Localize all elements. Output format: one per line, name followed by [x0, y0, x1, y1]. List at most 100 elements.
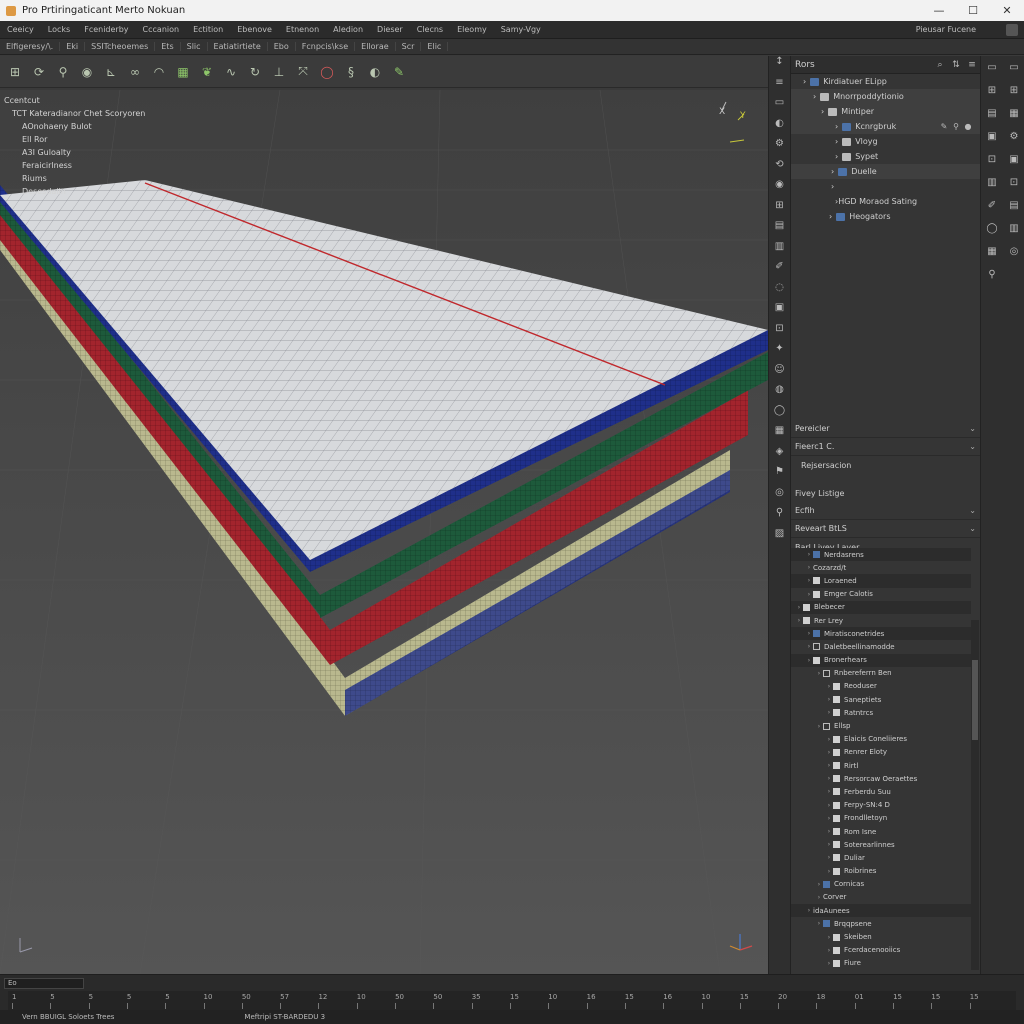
link-icon[interactable]: ⚲ [54, 63, 72, 81]
menu-item-8[interactable]: Dieser [370, 25, 410, 34]
layer-tree-row[interactable]: › Cornicas [791, 878, 971, 891]
tree-toggle-icon[interactable]: › [815, 723, 823, 730]
vertical-tool-21-icon[interactable]: ◎ [769, 487, 790, 508]
layer-checkbox[interactable] [833, 959, 840, 967]
layer-checkbox[interactable] [833, 735, 840, 743]
layer-tree-row[interactable]: › Saneptiets [791, 693, 971, 706]
side-dock-1-3-icon[interactable]: ▣ [981, 125, 1003, 148]
vertical-tool-22-icon[interactable]: ⚲ [769, 507, 790, 528]
side-dock-2-2-icon[interactable]: ▦ [1003, 102, 1024, 125]
vertical-tool-19-icon[interactable]: ◈ [769, 446, 790, 467]
move-icon[interactable]: ⊞ [6, 63, 24, 81]
vertical-tool-18-icon[interactable]: ▦ [769, 425, 790, 446]
loop-icon[interactable]: ∞ [126, 63, 144, 81]
vertical-tool-16-icon[interactable]: ◍ [769, 384, 790, 405]
layer-tree-row[interactable]: › Rom Isne [791, 825, 971, 838]
side-dock-1-4-icon[interactable]: ⊡ [981, 148, 1003, 171]
pen-icon[interactable]: ✎ [390, 63, 408, 81]
tree-toggle-icon[interactable]: › [805, 564, 813, 571]
properties-section-4[interactable]: Ecfih ⌄ [791, 502, 981, 520]
tree-toggle-icon[interactable]: › [805, 591, 813, 598]
outliner-row[interactable]: › Kcnrgbruk ✎ ⚲ ● [791, 119, 980, 134]
properties-subsection[interactable]: Rejsersacion [791, 456, 981, 474]
side-dock-1-6-icon[interactable]: ✐ [981, 194, 1003, 217]
vertical-tool-0-icon[interactable]: ↕ [769, 56, 790, 77]
option-item-1[interactable]: Eki [60, 42, 86, 51]
layer-checkbox[interactable] [833, 841, 840, 849]
vertical-tool-5-icon[interactable]: ⟲ [769, 159, 790, 180]
layer-tree-row[interactable]: › Renrer Eloty [791, 746, 971, 759]
vertical-tool-4-icon[interactable]: ⚙ [769, 138, 790, 159]
viewport-menu-item-2[interactable]: A3I Guloalty [4, 146, 145, 159]
outliner-menu-icon[interactable]: ≡ [964, 60, 980, 70]
layer-checkbox[interactable] [813, 590, 820, 598]
menu-item-2[interactable]: Fceniderby [77, 25, 135, 34]
tree-toggle-icon[interactable]: › [825, 868, 833, 875]
outliner-row[interactable]: › Vloyg [791, 134, 980, 149]
tree-toggle-icon[interactable]: › [805, 551, 813, 558]
chevron-down-icon[interactable]: ⌄ [969, 442, 976, 451]
layer-checkbox[interactable] [803, 617, 810, 625]
render-icon[interactable]: ⚲ [950, 122, 962, 131]
refresh-icon[interactable]: ↻ [246, 63, 264, 81]
vertical-tool-2-icon[interactable]: ▭ [769, 97, 790, 118]
layer-checkbox[interactable] [823, 722, 830, 730]
side-dock-1-7-icon[interactable]: ◯ [981, 217, 1003, 240]
scale-icon[interactable]: § [342, 63, 360, 81]
scrollbar-thumb[interactable] [972, 660, 978, 740]
layer-tree-row[interactable]: › Bronerhears [791, 653, 971, 667]
layer-tree-row[interactable]: › Blebecer [791, 600, 971, 614]
tree-toggle-icon[interactable]: › [825, 934, 833, 941]
tree-toggle-icon[interactable]: › [825, 828, 833, 835]
tree-toggle-icon[interactable]: › [805, 577, 813, 584]
outliner-search-icon[interactable]: ⌕ [932, 60, 948, 70]
layer-tree-row[interactable]: › Soterearlinnes [791, 838, 971, 851]
tree-toggle-icon[interactable]: › [825, 815, 833, 822]
side-dock-2-5-icon[interactable]: ⊡ [1003, 171, 1024, 194]
vertical-tool-1-icon[interactable]: ≡ [769, 77, 790, 98]
layer-tree-row[interactable]: › Roibrines [791, 865, 971, 878]
expand-arrow-icon[interactable]: › [831, 167, 834, 176]
tree-toggle-icon[interactable]: › [825, 788, 833, 795]
menu-item-6[interactable]: Etnenon [279, 25, 326, 34]
panel-toggle-icon[interactable] [1006, 23, 1018, 36]
tree-toggle-icon[interactable]: › [825, 775, 833, 782]
layer-checkbox[interactable] [833, 814, 840, 822]
minimize-button[interactable]: — [922, 4, 956, 17]
viewport-menu-item-4[interactable]: Riums [4, 172, 145, 185]
layer-tree-row[interactable]: › Ratntrcs [791, 706, 971, 719]
viewport-menu-item-3[interactable]: Feraicirlness [4, 159, 145, 172]
tree-toggle-icon[interactable]: › [815, 670, 823, 677]
option-item-2[interactable]: SSITcheoemes [85, 42, 156, 51]
side-dock-2-4-icon[interactable]: ▣ [1003, 148, 1024, 171]
circle-icon[interactable]: ◯ [318, 63, 336, 81]
option-item-7[interactable]: Fcnpcis\kse [296, 42, 356, 51]
outliner-sort-icon[interactable]: ⇅ [948, 60, 964, 70]
layer-checkbox[interactable] [813, 643, 820, 651]
option-item-3[interactable]: Ets [155, 42, 181, 51]
layer-tree-row[interactable]: › Fiure [791, 957, 971, 970]
layer-checkbox[interactable] [833, 946, 840, 954]
layer-tree-row[interactable]: › Cozarzd/t [791, 561, 971, 574]
tree-toggle-icon[interactable]: › [825, 749, 833, 756]
tree-toggle-icon[interactable]: › [805, 630, 813, 637]
vertical-tool-9-icon[interactable]: ▥ [769, 241, 790, 262]
tree-toggle-icon[interactable]: › [825, 841, 833, 848]
menu-item-1[interactable]: Locks [41, 25, 77, 34]
expand-arrow-icon[interactable]: › [835, 137, 838, 146]
layer-checkbox[interactable] [803, 603, 810, 611]
menu-item-11[interactable]: Samy-Vgy [494, 25, 548, 34]
side-dock-2-8-icon[interactable]: ◎ [1003, 240, 1024, 263]
tree-toggle-icon[interactable]: › [825, 683, 833, 690]
layer-tree-row[interactable]: › Ferberdu Suu [791, 785, 971, 798]
properties-section-5[interactable]: Reveart BtLS ⌄ [791, 520, 981, 538]
outliner-row[interactable]: › Kirdiatuer ELipp [791, 74, 980, 89]
layer-tree-row[interactable]: › Brqqpsene [791, 917, 971, 930]
viewport-menu-item-0[interactable]: AOnohaeny Bulot [4, 120, 145, 133]
snap-icon[interactable]: ⊾ [102, 63, 120, 81]
frame-field[interactable]: Eo [4, 977, 84, 989]
layer-tree-row[interactable]: › Rer Lrey [791, 614, 971, 627]
menu-item-9[interactable]: Clecns [410, 25, 450, 34]
outliner-row[interactable]: › Heogators [791, 209, 980, 224]
tree-toggle-icon[interactable]: › [805, 643, 813, 650]
